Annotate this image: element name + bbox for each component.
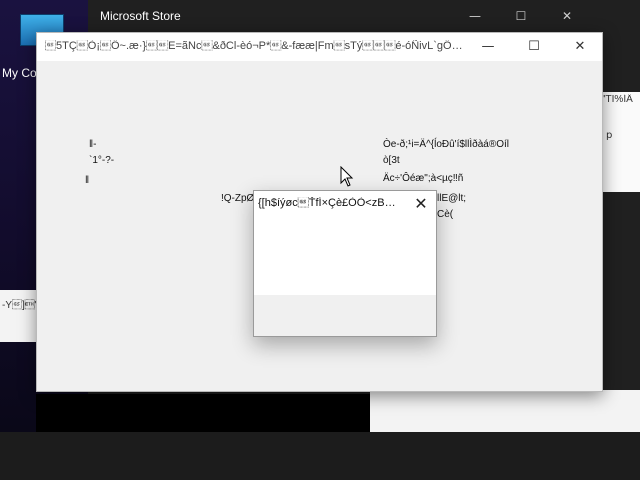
- dialog-close-button[interactable]: ✕: [408, 193, 434, 215]
- app-text-right-5: Cè(: [437, 209, 454, 220]
- dialog-footer: [254, 295, 436, 336]
- app-text-mid: !Q-ZpØ: [221, 193, 255, 204]
- store-bottom-panel: [370, 390, 640, 432]
- app-text-right-4: llE@lt;: [437, 193, 467, 204]
- store-window-title: Microsoft Store: [100, 9, 181, 23]
- app-text-left-3: ‖: [85, 175, 90, 186]
- store-minimize-button[interactable]: —: [460, 6, 490, 26]
- app-titlebar[interactable]: 5TÇ Ò¡ Ö~.æ·} E=ãNc &ðCl-èó¬P* &-fææ|Fm …: [37, 33, 602, 61]
- maximize-button[interactable]: ☐: [511, 33, 557, 61]
- store-content-panel: "TI%ÍÄ p: [600, 92, 640, 192]
- app-text-right-2: ò[3t: [383, 155, 400, 166]
- app-text-right-3: Äc÷'Ôéæ";à<µç‼ñ: [383, 173, 464, 184]
- dialog-title: {[h$íýøc ŤfÍ×Çè£ÒÒ<zBä...: [258, 197, 398, 209]
- app-text-left-1: ‖-: [89, 139, 97, 150]
- app-window-title: 5TÇ Ò¡ Ö~.æ·} E=ãNc &ðCl-èó¬P* &-fææ|Fm …: [45, 40, 465, 52]
- store-content-text: "TI%ÍÄ: [602, 94, 633, 105]
- mouse-cursor-icon: [340, 166, 354, 187]
- store-dark-area: [36, 394, 370, 432]
- store-close-button[interactable]: ✕: [552, 6, 582, 26]
- store-side-text: -Y ]": [2, 300, 39, 311]
- app-text-left-2: `1°-?-: [89, 155, 115, 166]
- close-button[interactable]: ✕: [557, 33, 603, 61]
- dialog-window[interactable]: {[h$íýøc ŤfÍ×Çè£ÒÒ<zBä... ✕: [253, 190, 437, 337]
- app-text-right-1: Òe-ð;¹i=Ä^{ĺoÐû'í$llÌðàá®Oíl: [383, 139, 509, 150]
- taskbar: [0, 432, 640, 480]
- store-content-text-2: p: [606, 130, 613, 141]
- store-maximize-button[interactable]: ☐: [506, 6, 536, 26]
- minimize-button[interactable]: —: [465, 33, 511, 61]
